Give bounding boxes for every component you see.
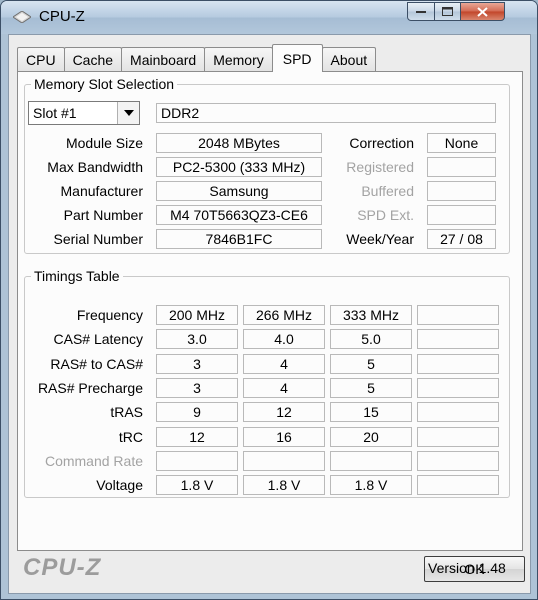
timing-row-label: Frequency [76,307,143,323]
timings-table-title: Timings Table [31,268,123,284]
minimize-icon [416,10,426,13]
correction-field: None [427,133,496,153]
week-year-label: Week/Year [346,231,414,247]
slot-select-value: Slot #1 [33,105,77,121]
timing-cell: 4 [243,377,325,398]
close-button[interactable] [460,2,505,21]
registered-label: Registered [346,159,414,175]
close-icon [477,6,488,17]
client-area: CPU Cache Mainboard Memory SPD About Mem… [8,34,531,594]
timing-cell: 266 MHz [243,305,325,325]
maximize-icon [442,7,453,16]
title-bar[interactable]: CPU-Z [1,1,537,34]
timing-cell: 333 MHz [330,305,412,325]
timing-row-label: RAS# Precharge [37,379,143,396]
timing-cell [417,329,499,350]
tab-about[interactable]: About [321,47,377,72]
maximize-button[interactable] [434,2,461,21]
timing-cell [417,377,499,398]
timing-cell: 200 MHz [156,305,238,325]
part-number-label: Part Number [63,207,143,223]
cpuz-window: CPU-Z CPU Cache Mainboard Memory SPD Abo… [0,0,538,600]
timing-cell: 20 [330,426,412,447]
timing-cell: 3 [156,353,238,374]
timing-cell: 9 [156,402,238,423]
tab-memory[interactable]: Memory [204,47,273,72]
timing-cell: 5.0 [330,329,412,350]
timing-cell [330,450,412,471]
memory-slot-selection-title: Memory Slot Selection [31,76,178,92]
memory-type-field: DDR2 [156,103,496,123]
manufacturer-label: Manufacturer [60,183,143,199]
serial-number-label: Serial Number [53,231,143,247]
tab-cache[interactable]: Cache [63,47,123,72]
chevron-down-icon [117,102,139,124]
timing-cell [417,475,499,496]
timing-cell: 1.8 V [243,475,325,496]
timing-row-label: RAS# to CAS# [50,355,143,372]
timing-cell: 5 [330,377,412,398]
timing-row-label: CAS# Latency [53,331,144,348]
module-size-label: Module Size [65,135,143,151]
timing-cell: 12 [156,426,238,447]
part-number-field: M4 70T5663QZ3-CE6 [156,205,322,225]
timing-cell [156,450,238,471]
timing-cell: 3 [156,377,238,398]
buffered-field [427,181,496,201]
minimize-button[interactable] [407,2,435,21]
timing-cell [417,353,499,374]
memory-slot-selection-group: Memory Slot Selection Slot #1 DDR2 Modul… [24,76,510,254]
timing-row-label: Command Rate [44,452,143,469]
tab-strip: CPU Cache Mainboard Memory SPD About [17,44,377,72]
correction-label: Correction [349,135,414,151]
timing-cell [417,450,499,471]
timing-cell: 1.8 V [156,475,238,496]
window-title: CPU-Z [39,8,85,25]
tab-cpu[interactable]: CPU [17,47,65,72]
timing-cell: 4.0 [243,329,325,350]
spd-ext-field [427,205,496,225]
timing-cell: 12 [243,402,325,423]
timing-cell: 15 [330,402,412,423]
timing-cell [417,305,499,325]
max-bandwidth-label: Max Bandwidth [47,159,143,175]
timing-row-label: Voltage [96,477,143,494]
timing-cell [417,402,499,423]
timing-cell: 16 [243,426,325,447]
week-year-field: 27 / 08 [427,229,496,249]
timing-cell [243,450,325,471]
timings-table-group: Timings Table Frequency 200 MHz 266 MHz 333… [24,268,510,498]
serial-number-field: 7846B1FC [156,229,322,249]
cpuz-app-icon [13,11,31,23]
timing-cell: 4 [243,353,325,374]
spd-ext-label: SPD Ext. [357,207,414,223]
tab-mainboard[interactable]: Mainboard [121,47,206,72]
cpuz-footer-logo: CPU-Z [23,554,102,581]
max-bandwidth-field: PC2-5300 (333 MHz) [156,157,322,177]
timing-cell: 5 [330,353,412,374]
timing-cell [417,426,499,447]
manufacturer-field: Samsung [156,181,322,201]
tab-spd[interactable]: SPD [271,44,323,72]
timing-row-label: tRAS [110,404,143,421]
timing-row-label: tRC [118,428,143,445]
registered-field [427,157,496,177]
timing-cell: 1.8 V [330,475,412,496]
timing-cell: 3.0 [156,329,238,350]
slot-select[interactable]: Slot #1 [28,101,140,125]
spd-panel: Memory Slot Selection Slot #1 DDR2 Modul… [17,71,523,576]
version-label: Version 1.48 [428,560,506,576]
buffered-label: Buffered [361,183,414,199]
module-size-field: 2048 MBytes [156,133,322,153]
